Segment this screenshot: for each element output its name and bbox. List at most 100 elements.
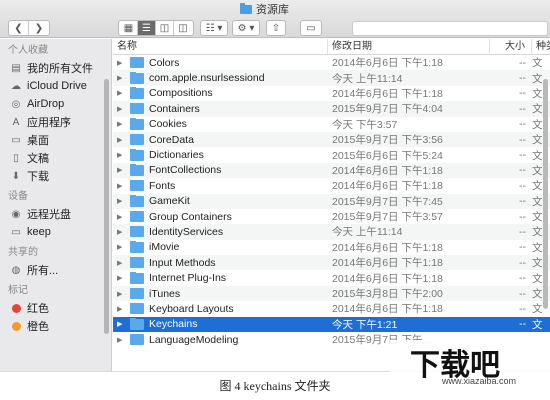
sidebar-item-label: iCloud Drive bbox=[27, 80, 87, 92]
disclosure-triangle-icon[interactable]: ▶ bbox=[117, 336, 125, 344]
share-button[interactable]: ⇧ bbox=[266, 20, 286, 36]
disclosure-triangle-icon[interactable]: ▶ bbox=[117, 228, 125, 236]
icon-view-icon[interactable]: ▦ bbox=[120, 21, 138, 35]
disclosure-triangle-icon[interactable]: ▶ bbox=[117, 243, 125, 251]
table-row[interactable]: ▶ com.apple.nsurlsessiond 今天 上午11:14 -- 文 bbox=[113, 70, 550, 86]
table-row[interactable]: ▶ Group Containers 2015年9月7日 下午3:57 -- 文 bbox=[113, 209, 550, 224]
group-by-button[interactable]: ☷ ▾ bbox=[200, 20, 228, 36]
disclosure-triangle-icon[interactable]: ▶ bbox=[117, 213, 125, 221]
vertical-scrollbar[interactable] bbox=[543, 79, 548, 309]
disclosure-triangle-icon[interactable]: ▶ bbox=[117, 105, 125, 113]
disclosure-triangle-icon[interactable]: ▶ bbox=[117, 89, 125, 97]
file-name: Keyboard Layouts bbox=[149, 302, 234, 315]
name-cell: ▶ Group Containers bbox=[113, 210, 328, 223]
column-header-name[interactable]: 名称 bbox=[113, 39, 328, 55]
kind-cell: 文 bbox=[532, 57, 543, 70]
sidebar-item[interactable]: ▭ 桌面 bbox=[0, 131, 111, 149]
name-cell: ▶ Containers bbox=[113, 102, 328, 115]
table-row[interactable]: ▶ GameKit 2015年9月7日 下午7:45 -- 文 bbox=[113, 193, 550, 209]
date-cell: 2014年6月6日 下午1:18 bbox=[332, 257, 443, 270]
size-cell: -- bbox=[519, 318, 526, 331]
disclosure-triangle-icon[interactable]: ▶ bbox=[117, 182, 125, 190]
name-cell: ▶ LanguageModeling bbox=[113, 333, 328, 346]
disclosure-triangle-icon[interactable]: ▶ bbox=[117, 166, 125, 174]
table-row[interactable]: ▶ FontCollections 2014年6月6日 下午1:18 -- 文 bbox=[113, 162, 550, 179]
folder-icon bbox=[130, 149, 144, 161]
sidebar-item[interactable]: ▭ keep bbox=[0, 223, 111, 241]
column-header-size[interactable]: 大小 bbox=[490, 39, 532, 55]
forward-button[interactable]: ❯ bbox=[29, 21, 49, 35]
sidebar-item[interactable]: ▤ 我的所有文件 bbox=[0, 59, 111, 77]
disclosure-triangle-icon[interactable]: ▶ bbox=[117, 305, 125, 313]
list-view-icon[interactable]: ☰ bbox=[138, 21, 156, 35]
sidebar: 个人收藏 ▤ 我的所有文件 ☁ iCloud Drive ◎ AirDrop A 应用程序 ▭ 桌面… bbox=[0, 39, 112, 371]
file-name: CoreData bbox=[149, 133, 194, 146]
sidebar-scrollbar[interactable] bbox=[104, 79, 109, 334]
column-view-icon[interactable]: ◫ bbox=[156, 21, 174, 35]
disclosure-triangle-icon[interactable]: ▶ bbox=[117, 74, 125, 82]
folder-icon bbox=[130, 102, 144, 115]
name-cell: ▶ Dictionaries bbox=[113, 149, 328, 161]
table-row[interactable]: ▶ CoreData 2015年9月7日 下午3:56 -- 文 bbox=[113, 131, 550, 148]
table-row[interactable]: ▶ iMovie 2014年6月6日 下午1:18 -- 文 bbox=[113, 240, 550, 255]
sidebar-item[interactable]: A 应用程序 bbox=[0, 113, 111, 131]
sidebar-item[interactable]: ⬇ 下载 bbox=[0, 167, 111, 185]
sidebar-item[interactable]: 橙色 bbox=[0, 317, 111, 335]
sidebar-item[interactable]: ☁ iCloud Drive bbox=[0, 77, 111, 95]
disclosure-triangle-icon[interactable]: ▶ bbox=[117, 259, 125, 267]
table-row[interactable]: ▶ Containers 2015年9月7日 下午4:04 -- 文 bbox=[113, 101, 550, 117]
table-row[interactable]: ▶ IdentityServices 今天 上午11:14 -- 文 bbox=[113, 224, 550, 240]
size-cell: -- bbox=[519, 102, 526, 115]
table-row[interactable]: ▶ Fonts 2014年6月6日 下午1:18 -- 文 bbox=[113, 178, 550, 193]
search-field[interactable] bbox=[352, 21, 548, 36]
size-cell: -- bbox=[519, 272, 526, 285]
tag-button[interactable]: ▭ bbox=[300, 20, 322, 36]
disclosure-triangle-icon[interactable]: ▶ bbox=[117, 320, 125, 328]
date-cell: 2014年6月6日 下午1:18 bbox=[332, 303, 443, 316]
table-row[interactable]: ▶ iTunes 2015年3月8日 下午2:00 -- 文 bbox=[113, 285, 550, 302]
name-cell: ▶ iTunes bbox=[113, 287, 328, 300]
disclosure-triangle-icon[interactable]: ▶ bbox=[117, 274, 125, 282]
disclosure-triangle-icon[interactable]: ▶ bbox=[117, 59, 125, 67]
size-cell: -- bbox=[519, 302, 526, 315]
sidebar-item[interactable]: ◍ 所有... bbox=[0, 261, 111, 279]
sidebar-item[interactable]: ▯ 文稿 bbox=[0, 149, 111, 167]
disclosure-triangle-icon[interactable]: ▶ bbox=[117, 197, 125, 205]
sidebar-item[interactable]: ◎ AirDrop bbox=[0, 95, 111, 113]
name-cell: ▶ GameKit bbox=[113, 195, 328, 207]
name-cell: ▶ Keychains bbox=[113, 318, 328, 330]
size-cell: -- bbox=[519, 133, 526, 146]
table-row[interactable]: ▶ Colors 2014年6月6日 下午1:18 -- 文 bbox=[113, 55, 550, 70]
watermark-url: www.xiazaiba.com bbox=[442, 376, 517, 386]
disclosure-triangle-icon[interactable]: ▶ bbox=[117, 290, 125, 298]
folder-icon bbox=[130, 210, 144, 223]
disclosure-triangle-icon[interactable]: ▶ bbox=[117, 151, 125, 159]
sidebar-item[interactable]: 红色 bbox=[0, 299, 111, 317]
table-row-selected[interactable]: ▶ Keychains 今天 下午1:21 -- 文 bbox=[113, 316, 550, 333]
file-name: Compositions bbox=[149, 87, 213, 100]
table-row[interactable]: ▶ Cookies 今天 下午3:57 -- 文 bbox=[113, 117, 550, 132]
date-cell: 2015年6月6日 下午5:24 bbox=[332, 149, 443, 162]
table-row[interactable]: ▶ Dictionaries 2015年6月6日 下午5:24 -- 文 bbox=[113, 147, 550, 162]
table-row[interactable]: ▶ Input Methods 2014年6月6日 下午1:18 -- 文 bbox=[113, 255, 550, 271]
size-cell: -- bbox=[519, 287, 526, 300]
action-gear-button[interactable]: ⚙ ▾ bbox=[232, 20, 260, 36]
table-row[interactable]: ▶ Internet Plug-Ins 2014年6月6日 下午1:18 -- 文 bbox=[113, 270, 550, 285]
sidebar-item-label: 文稿 bbox=[27, 153, 49, 165]
name-cell: ▶ CoreData bbox=[113, 133, 328, 146]
sidebar-section-heading: 共享的 bbox=[8, 247, 38, 258]
table-row[interactable]: ▶ Keyboard Layouts 2014年6月6日 下午1:18 -- 文 bbox=[113, 301, 550, 316]
disclosure-triangle-icon[interactable]: ▶ bbox=[117, 120, 125, 128]
date-cell: 今天 上午11:14 bbox=[332, 72, 403, 85]
file-name: Group Containers bbox=[149, 210, 232, 223]
sidebar-item[interactable]: ◉ 远程光盘 bbox=[0, 205, 111, 223]
sidebar-item-label: AirDrop bbox=[27, 98, 65, 110]
back-button[interactable]: ❮ bbox=[9, 21, 29, 35]
folder-icon bbox=[130, 241, 144, 253]
table-row[interactable]: ▶ Compositions 2014年6月6日 下午1:18 -- 文 bbox=[113, 86, 550, 101]
coverflow-view-icon[interactable]: ◫ bbox=[174, 21, 192, 35]
folder-icon bbox=[130, 287, 144, 300]
column-header-kind[interactable]: 种类 bbox=[532, 39, 550, 55]
column-header-date[interactable]: 修改日期 bbox=[328, 39, 490, 55]
disclosure-triangle-icon[interactable]: ▶ bbox=[117, 136, 125, 144]
